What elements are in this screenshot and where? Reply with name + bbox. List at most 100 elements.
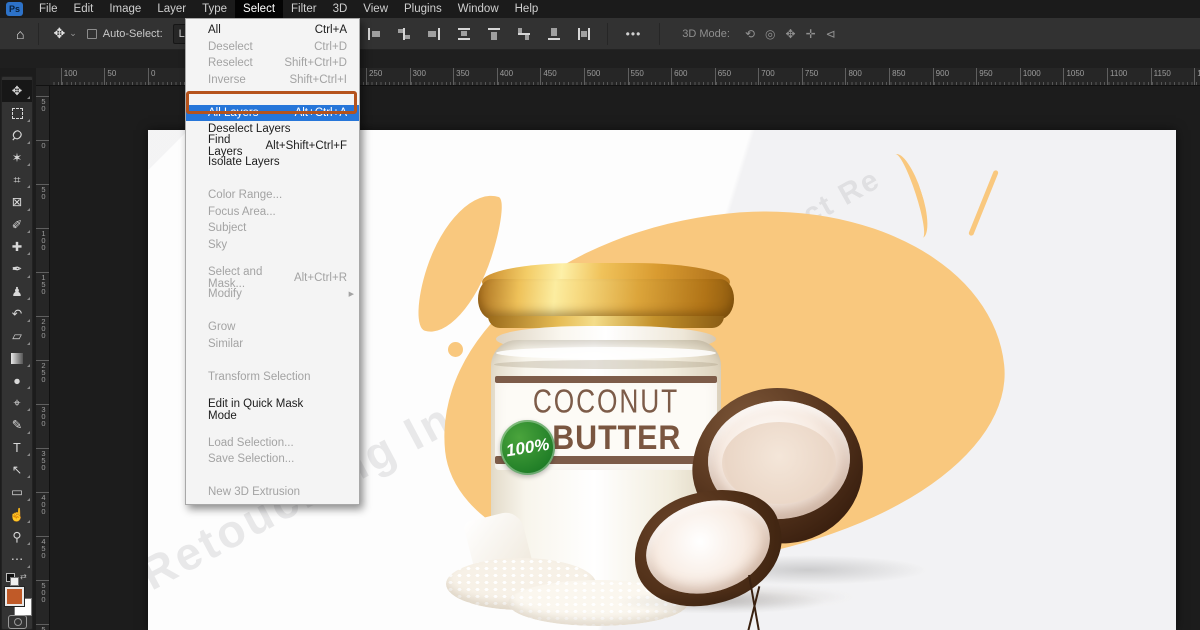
distribute-verticals-icon[interactable]: [576, 27, 592, 41]
select-menu-item[interactable]: [186, 171, 359, 188]
modify[interactable]: Modify ▶: [186, 286, 359, 303]
default-colors-icon[interactable]: [6, 573, 15, 582]
menu-item-shortcut: Alt+Ctrl+R: [282, 272, 347, 284]
all-layers[interactable]: All Layers Alt+Ctrl+A: [186, 105, 359, 122]
pen-tool[interactable]: ✎: [2, 414, 32, 436]
select-menu-item[interactable]: [186, 468, 359, 485]
3d-slide-icon[interactable]: ✛: [806, 27, 816, 41]
chevron-down-icon[interactable]: ⌄: [69, 28, 77, 39]
window[interactable]: Window: [450, 0, 507, 18]
file[interactable]: File: [31, 0, 66, 18]
orange-crescent-shape: [883, 150, 935, 242]
edit-toolbar-button[interactable]: ⋯: [2, 548, 32, 570]
plugins[interactable]: Plugins: [396, 0, 450, 18]
select-and-mask[interactable]: Select and Mask... Alt+Ctrl+R: [186, 270, 359, 287]
menu-item-shortcut: Shift+Ctrl+I: [277, 74, 347, 86]
deselect[interactable]: Deselect Ctrl+D: [186, 39, 359, 56]
eyedropper-tool[interactable]: ✐: [2, 214, 32, 236]
save-selection[interactable]: Save Selection...: [186, 451, 359, 468]
align-top-edges-icon[interactable]: [486, 27, 502, 41]
similar[interactable]: Similar: [186, 336, 359, 353]
menu-item-shortcut: Ctrl+D: [302, 41, 347, 53]
color-range[interactable]: Color Range...: [186, 187, 359, 204]
healing-brush-tool[interactable]: ✚: [2, 236, 32, 258]
3d[interactable]: 3D: [325, 0, 356, 18]
view[interactable]: View: [355, 0, 396, 18]
subject[interactable]: Subject: [186, 220, 359, 237]
layer[interactable]: Layer: [149, 0, 194, 18]
auto-select-checkbox[interactable]: [87, 29, 97, 39]
distribute-horizontals-icon[interactable]: [456, 27, 472, 41]
ruler-tick: 400: [36, 492, 49, 536]
type[interactable]: Type: [194, 0, 235, 18]
focus-area[interactable]: Focus Area...: [186, 204, 359, 221]
select-menu-item[interactable]: [186, 303, 359, 320]
new-3d-extrusion[interactable]: New 3D Extrusion: [186, 484, 359, 501]
path-selection-tool[interactable]: ↖: [2, 459, 32, 481]
edit[interactable]: Edit: [66, 0, 102, 18]
edit-in-quick-mask-mode[interactable]: Edit in Quick Mask Mode: [186, 402, 359, 419]
all[interactable]: All Ctrl+A: [186, 22, 359, 39]
menu-item-label: Transform Selection: [208, 371, 310, 383]
menu-bar: Ps File Edit Image Layer Type Select Fil…: [0, 0, 1200, 18]
transform-selection[interactable]: Transform Selection: [186, 369, 359, 386]
3d-pan-icon[interactable]: ✥: [786, 27, 796, 41]
align-left-edges-icon[interactable]: [366, 27, 382, 41]
3d-roll-icon[interactable]: ◎: [765, 27, 775, 41]
select-menu-item[interactable]: [186, 88, 359, 105]
home-icon[interactable]: ⌂: [10, 26, 30, 42]
ruler-tick: 500: [36, 580, 49, 624]
rectangle-tool[interactable]: ▭: [2, 481, 32, 503]
tool-icon: ↶: [12, 308, 22, 321]
hand-tool[interactable]: ☝: [2, 504, 32, 526]
tool-icon: ⚲: [12, 531, 21, 544]
select-menu-item[interactable]: [186, 418, 359, 435]
find-layers[interactable]: Find Layers Alt+Shift+Ctrl+F: [186, 138, 359, 155]
ruler-tick: 50: [36, 184, 49, 228]
frame-tool[interactable]: ⊠: [2, 191, 32, 213]
foreground-color-swatch[interactable]: [5, 587, 24, 606]
align-vertical-centers-icon[interactable]: [516, 27, 532, 41]
zoom-tool[interactable]: ⚲: [2, 526, 32, 548]
ruler-tick: 950: [976, 68, 1020, 85]
lasso-tool[interactable]: Ϙ: [2, 125, 32, 147]
3d-camera-icon[interactable]: ⊲: [826, 27, 836, 41]
grow[interactable]: Grow: [186, 319, 359, 336]
blur-tool[interactable]: ●: [2, 370, 32, 392]
tool-icon: ↖: [12, 464, 22, 477]
dodge-tool[interactable]: ⌖: [2, 392, 32, 414]
sky[interactable]: Sky: [186, 237, 359, 254]
brush-tool[interactable]: ✒: [2, 258, 32, 280]
clone-stamp-tool[interactable]: ♟: [2, 281, 32, 303]
type-tool[interactable]: T: [2, 437, 32, 459]
menu-item-label: Similar: [208, 338, 243, 350]
filter[interactable]: Filter: [283, 0, 325, 18]
eraser-tool[interactable]: ▱: [2, 325, 32, 347]
gradient-tool[interactable]: [2, 348, 32, 370]
quick-mask-mode-button[interactable]: [8, 615, 27, 629]
select[interactable]: Select: [235, 0, 283, 18]
reselect[interactable]: Reselect Shift+Ctrl+D: [186, 55, 359, 72]
isolate-layers[interactable]: Isolate Layers: [186, 154, 359, 171]
inverse[interactable]: Inverse Shift+Ctrl+I: [186, 72, 359, 89]
3d-orbit-icon[interactable]: ⟲: [745, 27, 755, 41]
load-selection[interactable]: Load Selection...: [186, 435, 359, 452]
move-tool[interactable]: ✥: [2, 80, 32, 102]
align-horizontal-centers-icon[interactable]: [396, 27, 412, 41]
select-menu-item[interactable]: [186, 352, 359, 369]
swap-colors-icon[interactable]: ⇄: [20, 572, 27, 581]
menu-item-label: Color Range...: [208, 189, 282, 201]
more-options-button[interactable]: •••: [626, 27, 642, 41]
ruler-tick: 500: [584, 68, 628, 85]
rectangular-marquee-tool[interactable]: [2, 102, 32, 124]
image[interactable]: Image: [101, 0, 149, 18]
align-bottom-edges-icon[interactable]: [546, 27, 562, 41]
tools-panel: ✥ Ϙ ✶ ⌗ ⊠ ✐: [1, 76, 33, 630]
align-right-edges-icon[interactable]: [426, 27, 442, 41]
move-tool-icon[interactable]: ✥: [47, 25, 71, 42]
crop-tool[interactable]: ⌗: [2, 169, 32, 191]
history-brush-tool[interactable]: ↶: [2, 303, 32, 325]
object-selection-tool[interactable]: ✶: [2, 147, 32, 169]
help[interactable]: Help: [507, 0, 547, 18]
ruler-tick: 450: [540, 68, 584, 85]
